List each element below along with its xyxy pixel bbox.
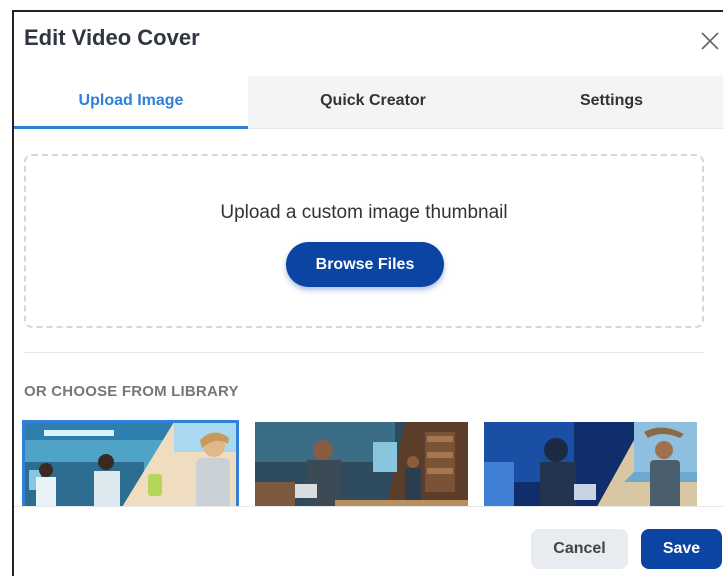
dialog-header: Edit Video Cover [14,12,723,76]
dialog-footer: Cancel Save [14,506,723,576]
tab-upload-image[interactable]: Upload Image [14,76,248,129]
tab-quick-creator[interactable]: Quick Creator [248,76,498,129]
library-thumbnail-2[interactable] [255,422,468,512]
browse-files-button[interactable]: Browse Files [286,242,444,287]
close-icon[interactable] [699,30,721,52]
cancel-button[interactable]: Cancel [531,529,628,569]
save-button[interactable]: Save [641,529,722,569]
library-heading: OR CHOOSE FROM LIBRARY [24,383,239,400]
divider [24,352,704,353]
upload-prompt: Upload a custom image thumbnail [220,202,508,223]
tab-settings[interactable]: Settings [498,76,723,129]
upload-dropzone[interactable]: Upload a custom image thumbnail Browse F… [24,154,704,328]
library-thumbnail-1[interactable] [22,420,239,514]
dialog-title: Edit Video Cover [24,25,200,50]
library-thumbnail-3[interactable] [484,422,697,512]
edit-video-cover-dialog: Edit Video Cover Upload Image Quick Crea… [12,10,723,576]
tab-bar: Upload Image Quick Creator Settings [14,76,723,129]
